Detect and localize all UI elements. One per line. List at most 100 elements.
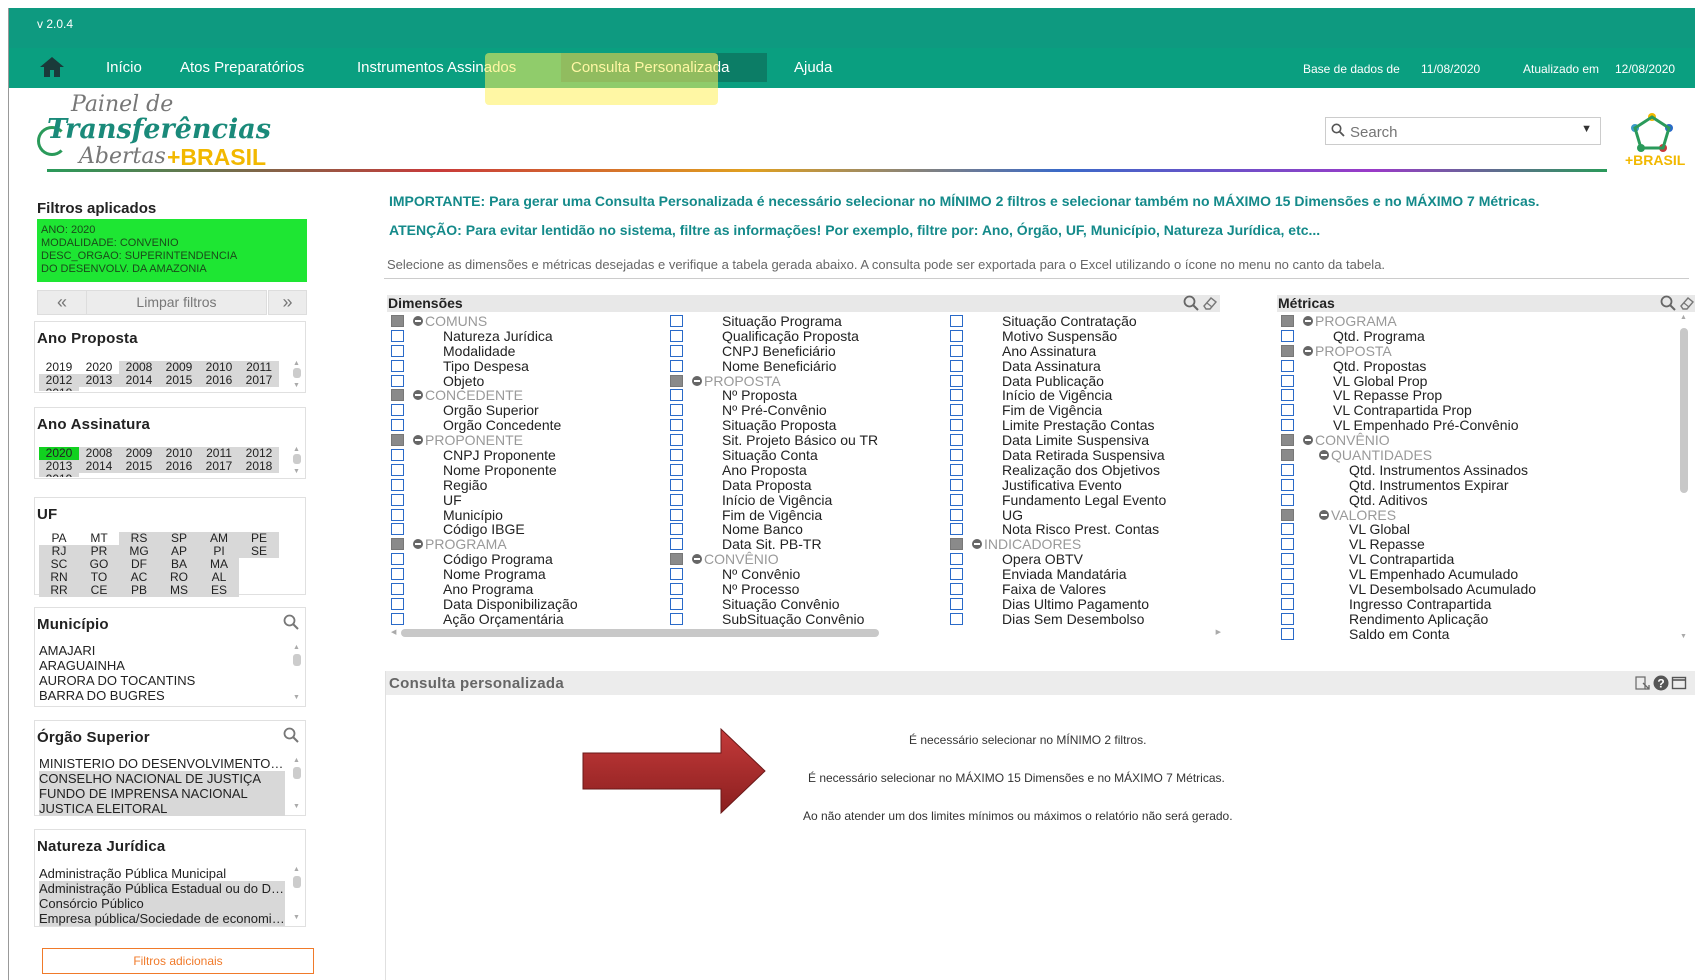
checkbox[interactable] xyxy=(1281,478,1294,491)
checkbox[interactable] xyxy=(670,508,683,521)
dimension-option[interactable]: Qtd. Aditivos xyxy=(1279,492,1669,508)
checkbox[interactable] xyxy=(670,597,683,610)
dimension-option[interactable]: CNPJ Beneficiário xyxy=(668,343,948,359)
checkbox[interactable] xyxy=(391,329,404,342)
eraser-icon[interactable] xyxy=(1202,295,1218,311)
uf-chip[interactable]: PB xyxy=(119,584,159,597)
checkbox[interactable] xyxy=(391,344,404,357)
dimension-option[interactable]: UG xyxy=(948,507,1228,523)
checkbox[interactable] xyxy=(391,419,404,432)
list-item[interactable]: ARAGUAINHA xyxy=(39,658,285,673)
nav-atos-preparatorios[interactable]: Atos Preparatórios xyxy=(180,59,304,76)
checkbox[interactable] xyxy=(391,389,404,402)
collapse-icon[interactable] xyxy=(413,435,423,446)
checkbox[interactable] xyxy=(670,583,683,596)
year-chip[interactable]: 2015 xyxy=(159,374,199,387)
dimension-option[interactable]: SubSituação Convênio xyxy=(668,611,948,627)
checkbox[interactable] xyxy=(670,419,683,432)
dimension-option[interactable]: Data Limite Suspensiva xyxy=(948,433,1228,448)
group-header[interactable]: CONCEDENTE xyxy=(389,388,669,403)
checkbox[interactable] xyxy=(1281,344,1294,357)
dimension-option[interactable]: Opera OBTV xyxy=(948,552,1228,567)
checkbox[interactable] xyxy=(670,478,683,491)
nav-instrumentos-assinados[interactable]: Instrumentos Assinados xyxy=(357,59,516,76)
dimension-option[interactable]: Fim de Vigência xyxy=(668,507,948,523)
dimension-option[interactable]: Qtd. Instrumentos Expirar xyxy=(1279,477,1669,493)
dimension-option[interactable]: Ingresso Contrapartida xyxy=(1279,596,1669,612)
dimension-option[interactable]: Fim de Vigência xyxy=(948,403,1228,418)
dimension-option[interactable]: Limite Prestação Contas xyxy=(948,418,1228,433)
home-icon[interactable] xyxy=(39,56,65,82)
checkbox[interactable] xyxy=(1281,463,1294,476)
year-chip[interactable]: 2017 xyxy=(199,460,239,473)
dimension-option[interactable]: Ação Orçamentária xyxy=(389,611,669,627)
dimension-option[interactable]: Código Programa xyxy=(389,552,669,567)
checkbox[interactable] xyxy=(950,374,963,387)
dimension-option[interactable]: Início de Vigência xyxy=(948,388,1228,403)
group-header[interactable]: PROPOSTA xyxy=(1279,343,1669,359)
checkbox[interactable] xyxy=(391,374,404,387)
dimension-option[interactable]: Nota Risco Prest. Contas xyxy=(948,522,1228,537)
dimension-option[interactable]: Rendimento Aplicação xyxy=(1279,611,1669,627)
dimension-option[interactable]: VL Repasse xyxy=(1279,537,1669,552)
checkbox[interactable] xyxy=(950,538,963,551)
dimension-option[interactable]: Natureza Jurídica xyxy=(389,328,669,344)
group-header[interactable]: COMUNS xyxy=(389,314,669,329)
checkbox[interactable] xyxy=(391,493,404,506)
checkbox[interactable] xyxy=(950,389,963,402)
dimension-option[interactable]: Nome Beneficiário xyxy=(668,358,948,374)
checkbox[interactable] xyxy=(391,523,404,536)
chevron-down-icon[interactable]: ▼ xyxy=(1581,123,1592,135)
year-chip[interactable]: 2017 xyxy=(239,374,279,387)
dimension-option[interactable]: Região xyxy=(389,477,669,493)
checkbox[interactable] xyxy=(950,493,963,506)
year-chip[interactable]: 2014 xyxy=(119,374,159,387)
dimension-option[interactable]: Qualificação Proposta xyxy=(668,328,948,344)
year-chip[interactable]: 2016 xyxy=(159,460,199,473)
checkbox[interactable] xyxy=(670,612,683,625)
dimension-option[interactable]: VL Global xyxy=(1279,522,1669,537)
checkbox[interactable] xyxy=(391,434,404,447)
checkbox[interactable] xyxy=(950,344,963,357)
scrollbar[interactable]: ▲ ▼ xyxy=(292,757,302,813)
dimension-option[interactable]: Orgão Superior xyxy=(389,403,669,418)
checkbox[interactable] xyxy=(950,463,963,476)
checkbox[interactable] xyxy=(950,315,963,327)
year-chip[interactable]: 2014 xyxy=(79,460,119,473)
checkbox[interactable] xyxy=(391,553,404,566)
dimension-option[interactable]: VL Repasse Prop xyxy=(1279,388,1669,403)
checkbox[interactable] xyxy=(391,583,404,596)
dimension-option[interactable]: Ano Assinatura xyxy=(948,343,1228,359)
dimension-option[interactable]: VL Global Prop xyxy=(1279,373,1669,389)
checkbox[interactable] xyxy=(391,315,404,327)
export-icon[interactable] xyxy=(1635,675,1651,691)
dimension-option[interactable]: VL Contrapartida xyxy=(1279,552,1669,567)
group-header[interactable]: VALORES xyxy=(1279,507,1669,523)
checkbox[interactable] xyxy=(391,359,404,372)
checkbox[interactable] xyxy=(391,449,404,462)
group-header[interactable]: PROPOSTA xyxy=(668,373,948,389)
uf-chip[interactable]: CE xyxy=(79,584,119,597)
checkbox[interactable] xyxy=(391,404,404,417)
checkbox[interactable] xyxy=(1281,568,1294,581)
checkbox[interactable] xyxy=(1281,449,1294,462)
uf-chip[interactable]: RR xyxy=(39,584,79,597)
checkbox[interactable] xyxy=(670,523,683,536)
checkbox[interactable] xyxy=(670,434,683,447)
collapse-icon[interactable] xyxy=(692,554,702,565)
group-header[interactable]: QUANTIDADES xyxy=(1279,448,1669,463)
checkbox[interactable] xyxy=(1281,553,1294,566)
year-chip[interactable]: 2019 xyxy=(39,473,79,477)
collapse-icon[interactable] xyxy=(413,390,423,401)
list-item[interactable]: FUNDO DE IMPRENSA NACIONAL xyxy=(39,786,285,801)
checkbox[interactable] xyxy=(1281,434,1294,447)
checkbox[interactable] xyxy=(391,568,404,581)
dimension-option[interactable]: Justificativa Evento xyxy=(948,477,1228,493)
checkbox[interactable] xyxy=(670,344,683,357)
checkbox[interactable] xyxy=(1281,359,1294,372)
dimension-option[interactable]: Situação Proposta xyxy=(668,418,948,433)
checkbox[interactable] xyxy=(950,597,963,610)
dimension-option[interactable]: Situação Contratação xyxy=(948,314,1228,329)
checkbox[interactable] xyxy=(950,359,963,372)
prev-filters-button[interactable]: « xyxy=(37,290,87,315)
